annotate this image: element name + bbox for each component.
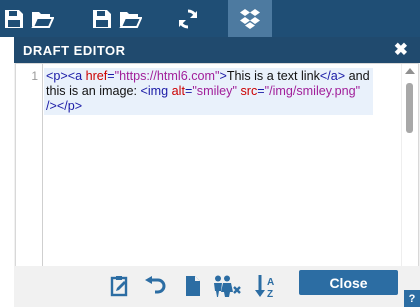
code-token-attr: src xyxy=(240,84,258,98)
code-token-str: "/img/smiley.png" xyxy=(264,84,361,98)
save-icon[interactable] xyxy=(0,0,28,37)
help-button[interactable]: ? xyxy=(404,290,420,307)
dropbox-icon[interactable] xyxy=(228,0,272,37)
code-token-attr: href xyxy=(85,69,108,83)
new-file-icon[interactable] xyxy=(182,272,204,300)
code-token-tag: = xyxy=(107,69,115,83)
code-token-tag: /></p> xyxy=(46,99,83,113)
close-icon[interactable]: ✖ xyxy=(394,40,408,60)
code-token-tag: = xyxy=(257,84,265,98)
svg-text:Z: Z xyxy=(267,289,273,298)
code-token-text: This is a text link xyxy=(226,69,320,83)
code-line[interactable]: <p><a href="https://html6.com">This is a… xyxy=(44,68,373,115)
open-folder-icon[interactable] xyxy=(28,0,56,37)
code-token-attr: alt xyxy=(171,84,185,98)
code-token-str: "smiley" xyxy=(192,84,237,98)
sort-az-icon[interactable]: AZ xyxy=(254,272,280,300)
code-token-tag: <p><a xyxy=(46,69,86,83)
code-token-str: "https://html6.com" xyxy=(114,69,220,83)
line-gutter: 1 xyxy=(16,64,43,297)
svg-text:A: A xyxy=(267,277,274,288)
close-button[interactable]: Close xyxy=(299,270,398,295)
code-editor[interactable]: 1 <p><a href="https://html6.com">This is… xyxy=(15,63,419,298)
top-toolbar xyxy=(0,0,420,37)
refresh-icon[interactable] xyxy=(170,0,206,37)
code-token-tag: <img xyxy=(140,84,172,98)
open-folder-icon[interactable] xyxy=(116,0,144,37)
clipboard-edit-icon[interactable] xyxy=(108,272,132,300)
panel-header: DRAFT EDITOR ✖ xyxy=(14,37,420,63)
panel-title: DRAFT EDITOR xyxy=(23,43,126,58)
vertical-scrollbar[interactable] xyxy=(401,64,417,297)
scroll-up-arrow-icon[interactable] xyxy=(405,68,415,74)
undo-icon[interactable] xyxy=(142,272,168,300)
scroll-thumb[interactable] xyxy=(406,83,413,133)
people-filter-icon[interactable] xyxy=(211,272,243,300)
code-token-tag: </a> xyxy=(319,69,346,83)
line-number: 1 xyxy=(31,69,38,83)
code-token-tag: > xyxy=(219,69,227,83)
save-icon[interactable] xyxy=(88,0,116,37)
